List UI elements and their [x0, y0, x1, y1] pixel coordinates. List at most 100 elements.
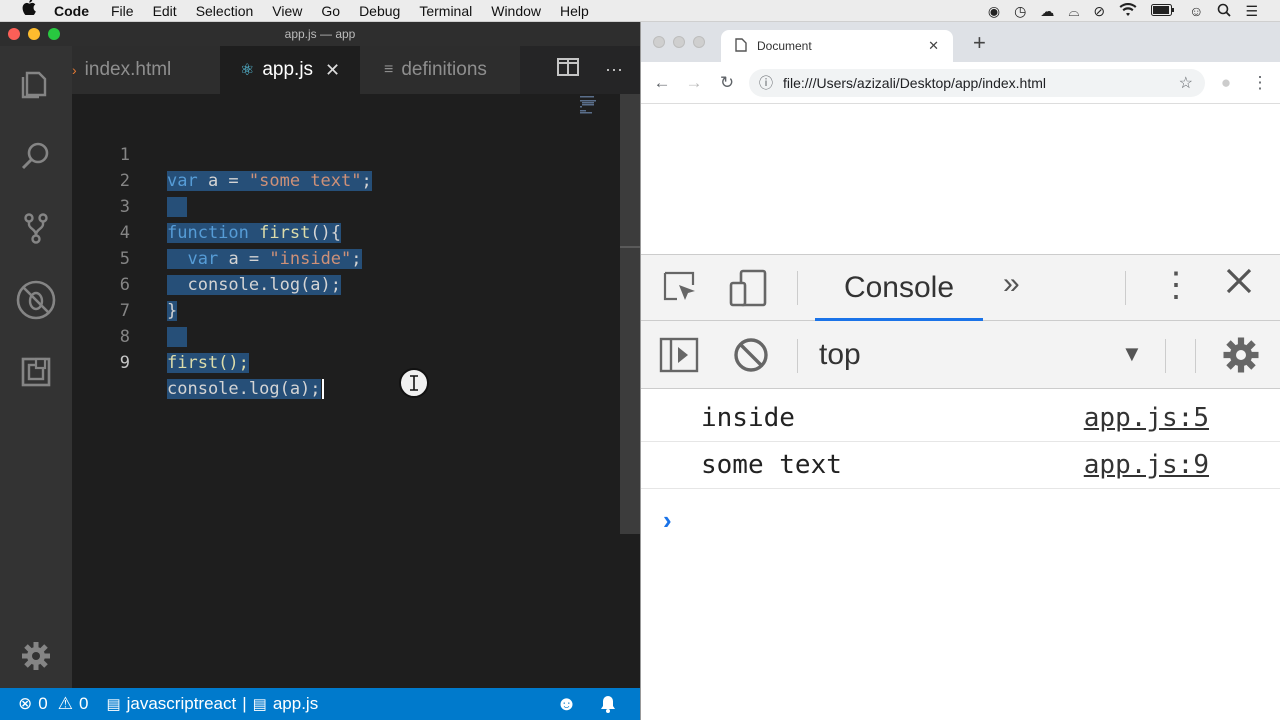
back-arrow-icon[interactable]: ← — [651, 72, 673, 94]
show-sidebar-icon[interactable] — [659, 337, 699, 378]
close-devtools-icon[interactable] — [1225, 267, 1253, 300]
glasses-icon[interactable]: ⌓ — [1068, 3, 1079, 20]
debug-icon[interactable] — [16, 280, 56, 320]
toolbar-divider — [1195, 339, 1196, 373]
more-actions-icon[interactable]: ⋯ — [602, 58, 626, 82]
console-message: inside app.js:5 — [641, 395, 1280, 442]
notifications-bell-icon[interactable] — [598, 694, 618, 714]
extensions-icon[interactable] — [16, 352, 56, 392]
reload-icon[interactable]: ↻ — [716, 72, 738, 94]
page-viewport[interactable] — [641, 104, 1280, 254]
address-bar[interactable]: ⓘ file:///Users/azizali/Desktop/app/inde… — [749, 69, 1205, 97]
error-icon: ⊗ — [18, 694, 33, 713]
menu-extras: ◉ ◷ ☁ ⌓ ⊘ ☺ ☰ — [988, 0, 1258, 22]
battery-icon[interactable] — [1151, 3, 1175, 19]
wifi-icon[interactable] — [1119, 2, 1137, 20]
console-settings-gear-icon[interactable] — [1221, 335, 1261, 380]
console-prompt-chevron-icon[interactable]: › — [663, 505, 672, 536]
menu-bar: Code File Edit Selection View Go Debug T… — [0, 0, 1280, 22]
clear-console-icon[interactable] — [733, 337, 769, 378]
menu-app-name[interactable]: Code — [54, 3, 89, 19]
search-icon[interactable] — [16, 136, 56, 176]
dropdown-triangle-icon[interactable]: ▼ — [1121, 341, 1143, 367]
code-editor[interactable]: 1 var a = "some text"; 2 3 function firs… — [72, 94, 640, 688]
code-line: 7 — [72, 272, 612, 347]
toolbar-divider — [797, 271, 798, 305]
menu-go[interactable]: Go — [321, 3, 340, 19]
active-file[interactable]: ▤ app.js — [253, 694, 319, 714]
tab-label: app.js — [262, 59, 314, 80]
editor-scrollbar[interactable] — [620, 94, 640, 534]
problems-indicator[interactable]: ⊗ 0 ⚠ 0 — [18, 694, 88, 714]
code-line: 1 var a = "some text"; — [72, 116, 612, 191]
inspect-element-icon[interactable] — [663, 271, 699, 310]
menu-window[interactable]: Window — [491, 3, 541, 19]
tab-index-html[interactable]: › index.html — [72, 46, 220, 94]
tab-app-js[interactable]: ⚛ app.js ✕ — [220, 46, 360, 94]
device-toolbar-icon[interactable] — [729, 269, 769, 312]
react-file-icon: ⚛ — [240, 62, 255, 79]
language-mode[interactable]: ▤ javascriptreact — [106, 694, 236, 714]
apple-menu-icon[interactable] — [20, 0, 38, 22]
tab-definitions[interactable]: ≡ definitions — [360, 46, 520, 94]
close-tab-icon[interactable]: ✕ — [325, 60, 340, 81]
close-tab-icon[interactable]: ✕ — [928, 38, 939, 54]
html-file-icon: › — [72, 62, 77, 78]
toolbar-divider — [1165, 339, 1166, 373]
no-entry-icon[interactable]: ⊘ — [1093, 3, 1105, 20]
spotlight-search-icon[interactable] — [1217, 3, 1232, 20]
menu-help[interactable]: Help — [560, 3, 589, 19]
chrome-menu-icon[interactable]: ⋮ — [1249, 72, 1271, 94]
time-machine-icon[interactable]: ◷ — [1014, 3, 1026, 20]
console-source-link[interactable]: app.js:9 — [1084, 442, 1209, 489]
url-text: file:///Users/azizali/Desktop/app/index.… — [783, 75, 1046, 91]
language-label: javascriptreact — [126, 694, 237, 713]
menu-file[interactable]: File — [111, 3, 134, 19]
editor-tab-bar: › index.html ⚛ app.js ✕ ≡ definitions ⋯ — [72, 46, 640, 94]
zoom-window-button[interactable] — [693, 36, 705, 48]
status-separator: | — [242, 694, 247, 713]
minimize-window-button[interactable] — [28, 28, 40, 40]
feedback-smiley-icon[interactable]: ☻ — [556, 693, 577, 716]
more-tabs-chevron-icon[interactable]: » — [1003, 267, 1020, 301]
notification-center-icon[interactable]: ☰ — [1245, 3, 1258, 20]
devtools-toolbar: Console » ⋮ — [641, 255, 1280, 321]
record-icon[interactable]: ◉ — [988, 3, 1000, 20]
info-icon[interactable]: ⓘ — [759, 73, 773, 93]
devtools-menu-icon[interactable]: ⋮ — [1159, 265, 1193, 305]
browser-tab[interactable]: Document ✕ — [721, 30, 953, 62]
emoji-icon[interactable]: ☺ — [1189, 3, 1203, 19]
forward-arrow-icon[interactable]: → — [683, 72, 705, 94]
bookmark-star-icon[interactable]: ☆ — [1179, 73, 1193, 93]
active-file-label: app.js — [272, 694, 319, 713]
file-type-icon: ▤ — [252, 696, 267, 713]
source-control-icon[interactable] — [16, 208, 56, 248]
warning-count: 0 — [78, 694, 89, 713]
menu-terminal[interactable]: Terminal — [419, 3, 472, 19]
split-editor-icon[interactable] — [556, 58, 580, 82]
close-window-button[interactable] — [8, 28, 20, 40]
profile-avatar-icon[interactable]: ● — [1215, 72, 1237, 94]
menu-debug[interactable]: Debug — [359, 3, 400, 19]
minimize-window-button[interactable] — [673, 36, 685, 48]
close-window-button[interactable] — [653, 36, 665, 48]
menu-selection[interactable]: Selection — [196, 3, 254, 19]
minimap[interactable] — [580, 96, 600, 114]
text-cursor-icon — [399, 368, 429, 398]
new-tab-icon[interactable]: + — [973, 30, 986, 56]
toolbar-divider — [797, 339, 798, 373]
scrollbar-marker — [620, 246, 640, 248]
menu-edit[interactable]: Edit — [153, 3, 177, 19]
vscode-window: app.js — app › index.html ⚛ app.js ✕ ≡ d… — [0, 22, 640, 720]
cloud-upload-icon[interactable]: ☁ — [1040, 3, 1054, 20]
console-source-link[interactable]: app.js:5 — [1084, 395, 1209, 442]
explorer-icon[interactable] — [16, 64, 56, 104]
menu-view[interactable]: View — [272, 3, 302, 19]
tab-console[interactable]: Console — [815, 255, 983, 321]
context-selector[interactable]: top — [819, 321, 861, 389]
settings-gear-icon[interactable] — [16, 636, 56, 676]
zoom-window-button[interactable] — [48, 28, 60, 40]
code-line: 4 var a = "inside"; — [72, 194, 612, 269]
code-line: 6 } — [72, 246, 612, 321]
console-filter-bar: top ▼ — [641, 321, 1280, 389]
